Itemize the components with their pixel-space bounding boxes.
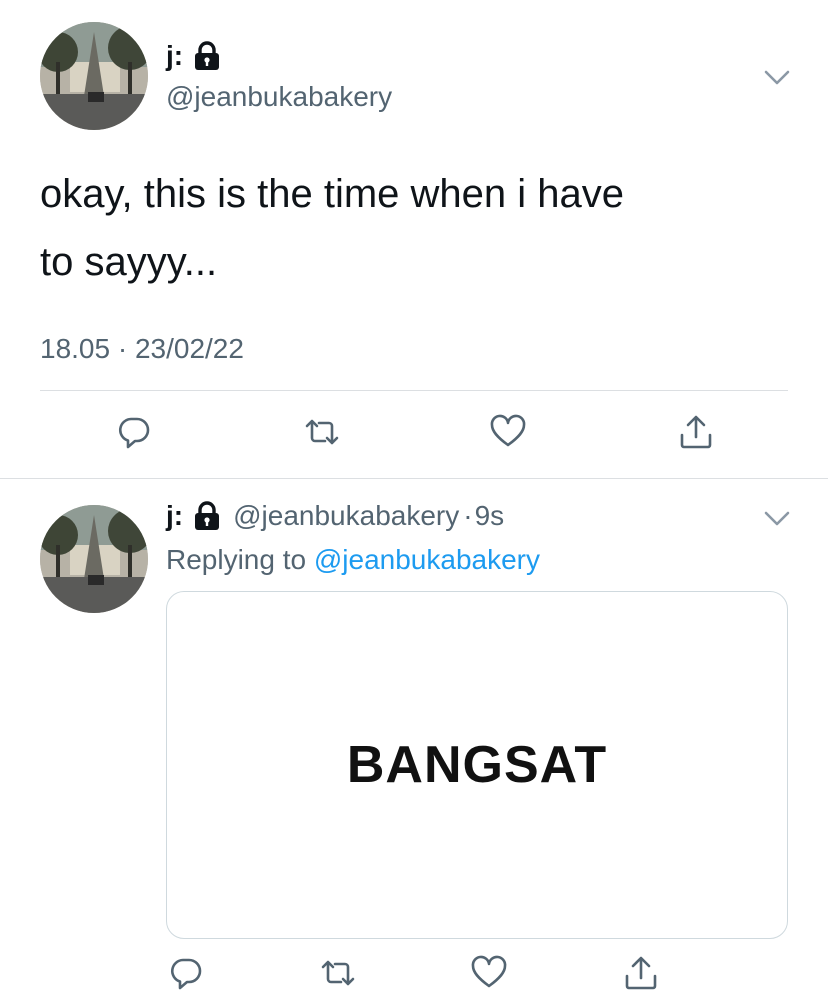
like-button[interactable]: [469, 955, 509, 995]
author-row: j:: [166, 40, 221, 72]
tweet-timestamp[interactable]: 18.05 · 23/02/22: [40, 333, 244, 365]
reply-button[interactable]: [166, 955, 206, 995]
divider: [40, 390, 788, 391]
replying-to-handle[interactable]: @jeanbukabakery: [314, 544, 540, 575]
replying-to: Replying to @jeanbukabakery: [166, 544, 540, 576]
media-card-text: BANGSAT: [346, 736, 608, 794]
share-icon: [677, 413, 715, 456]
chevron-down-icon[interactable]: [762, 503, 792, 533]
avatar[interactable]: [40, 22, 148, 130]
tweet-separator: [0, 478, 828, 479]
replying-to-label: Replying to: [166, 544, 307, 575]
share-button[interactable]: [621, 955, 661, 995]
tweet-text-line-2: to sayyy...: [40, 240, 218, 284]
share-button[interactable]: [676, 414, 716, 454]
reply-display-name[interactable]: j:: [166, 500, 183, 532]
media-card[interactable]: BANGSAT: [166, 591, 788, 939]
retweet-button[interactable]: [300, 414, 344, 454]
heart-icon: [470, 955, 508, 996]
reply-author-row: j: @jeanbukabakery · 9s: [166, 500, 504, 532]
author-handle[interactable]: @jeanbukabakery: [166, 81, 392, 113]
reply-age[interactable]: 9s: [475, 500, 505, 532]
reply-icon: [168, 955, 204, 996]
reply-avatar[interactable]: [40, 505, 148, 613]
heart-icon: [489, 414, 527, 455]
chevron-down-icon[interactable]: [762, 62, 792, 92]
display-name[interactable]: j:: [166, 40, 183, 72]
reply-icon: [116, 414, 152, 455]
lock-icon: [193, 41, 221, 71]
reply-button[interactable]: [114, 414, 154, 454]
retweet-icon: [317, 955, 359, 996]
reply-author-handle[interactable]: @jeanbukabakery: [233, 500, 459, 532]
share-icon: [622, 954, 660, 997]
retweet-icon: [301, 414, 343, 455]
reply-separator: ·: [463, 500, 473, 531]
retweet-button[interactable]: [316, 955, 360, 995]
lock-icon: [193, 501, 221, 531]
tweet-text-line-1: okay, this is the time when i have: [40, 172, 624, 216]
like-button[interactable]: [488, 414, 528, 454]
